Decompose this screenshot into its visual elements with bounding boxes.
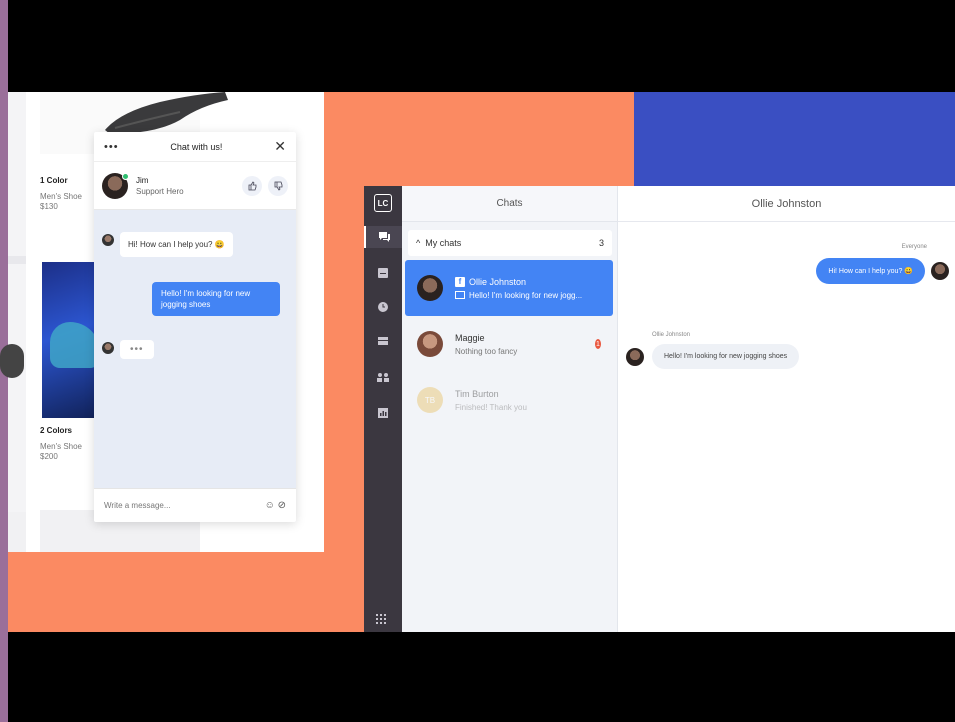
- chat-name: Tim Burton: [455, 388, 499, 399]
- app-logo[interactable]: LC: [374, 194, 392, 212]
- agent-bar: Jim Support Hero: [94, 162, 296, 210]
- avatar: [102, 342, 114, 354]
- conversation-pane: Ollie Johnston Everyone Hi! How can I he…: [618, 186, 955, 632]
- avatar: [102, 234, 114, 246]
- chat-item-tim[interactable]: TB Tim Burton Finished! Thank you: [405, 372, 613, 428]
- archive-icon[interactable]: [364, 262, 402, 284]
- my-chats-section[interactable]: ^ My chats 3: [408, 230, 612, 256]
- history-icon[interactable]: [364, 296, 402, 318]
- chat-item-maggie[interactable]: Maggie Nothing too fancy 1: [405, 316, 613, 372]
- avatar: TB: [417, 387, 443, 413]
- agent-app: LC Chats ^ My chats 3 f Ollie Johnston H…: [364, 186, 955, 632]
- agent-name: Jim: [136, 175, 149, 185]
- product-name: Men's Shoe $200: [40, 442, 82, 461]
- message-row: Hi! How can I help you? 😀: [102, 232, 233, 257]
- unread-badge: 1: [595, 339, 601, 349]
- chat-name: Maggie: [455, 332, 485, 343]
- product-placeholder: [8, 512, 26, 552]
- sender-label: Everyone: [901, 244, 927, 250]
- message-bubble: Hello! I'm looking for new jogging shoes: [152, 282, 280, 316]
- chat-preview: Hello! I'm looking for new jogg...: [469, 290, 583, 300]
- avatar: [626, 347, 644, 366]
- avatar: [417, 275, 443, 301]
- message-row: Hello! I'm looking for new jogging shoes: [626, 344, 800, 369]
- thumbs-down-icon[interactable]: [268, 175, 288, 196]
- chats-header: Chats: [402, 186, 617, 222]
- avatar: [102, 172, 129, 199]
- message-bubble: Hello! I'm looking for new jogging shoes: [652, 344, 800, 369]
- facebook-icon: f: [455, 276, 465, 287]
- chat-list: Chats ^ My chats 3 f Ollie Johnston Hello…: [402, 186, 618, 632]
- emoji-attach-icons[interactable]: ☺ ⊘: [265, 500, 286, 511]
- message-icon: [455, 291, 465, 300]
- product-name: Men's Shoe $130: [40, 192, 82, 211]
- thumbs-up-icon[interactable]: [242, 175, 262, 196]
- online-status-icon: [122, 172, 129, 180]
- message-row: •••: [102, 340, 154, 359]
- sender-label: Ollie Johnston: [652, 332, 691, 338]
- avatar: [931, 262, 949, 280]
- chevron-up-icon[interactable]: ^: [416, 238, 420, 248]
- chat-widget: ••• Chat with us! ✕ Jim Support Hero Hi!…: [94, 132, 296, 522]
- team-icon[interactable]: [364, 366, 402, 388]
- chat-preview: Finished! Thank you: [455, 402, 527, 412]
- message-row: Hello! I'm looking for new jogging shoes: [152, 282, 280, 316]
- message-input-placeholder: Write a message...: [104, 501, 171, 510]
- conversation-title: Ollie Johnston: [618, 186, 955, 222]
- chat-preview: Nothing too fancy: [455, 346, 518, 356]
- section-label: My chats: [425, 238, 462, 248]
- agent-role: Support Hero: [136, 186, 184, 196]
- message-bubble: Hi! How can I help you? 😀: [120, 232, 233, 257]
- carousel-arrow[interactable]: [0, 344, 24, 378]
- widget-title: Chat with us!: [170, 141, 223, 152]
- shop-left-column: [8, 92, 26, 552]
- chat-name: Ollie Johnston: [469, 276, 527, 287]
- chat-item-ollie[interactable]: f Ollie Johnston Hello! I'm looking for n…: [405, 260, 613, 316]
- reports-icon[interactable]: [364, 402, 402, 424]
- widget-messages: Hi! How can I help you? 😀 Hello! I'm loo…: [94, 210, 296, 470]
- nav-sidebar: LC: [364, 186, 402, 632]
- placeholder-bar: [8, 256, 26, 264]
- typing-indicator: •••: [120, 340, 154, 359]
- apps-grid-icon[interactable]: [376, 614, 386, 627]
- message-bubble: Hi! How can I help you? 😀: [816, 258, 925, 284]
- widget-menu-button[interactable]: •••: [104, 141, 119, 153]
- widget-header: ••• Chat with us! ✕: [94, 132, 296, 162]
- close-icon[interactable]: ✕: [274, 138, 286, 155]
- chat-icon[interactable]: [364, 226, 402, 248]
- shoe-image: [105, 92, 228, 134]
- section-count: 3: [598, 238, 604, 248]
- avatar: [417, 331, 443, 357]
- video-frame: 1 Color Men's Shoe $130 2 Colors Men's Sh…: [0, 0, 955, 722]
- blue-background: [634, 92, 955, 188]
- message-row: Hi! How can I help you? 😀: [816, 258, 949, 284]
- tickets-icon[interactable]: [364, 330, 402, 352]
- message-input[interactable]: Write a message... ☺ ⊘: [94, 488, 296, 522]
